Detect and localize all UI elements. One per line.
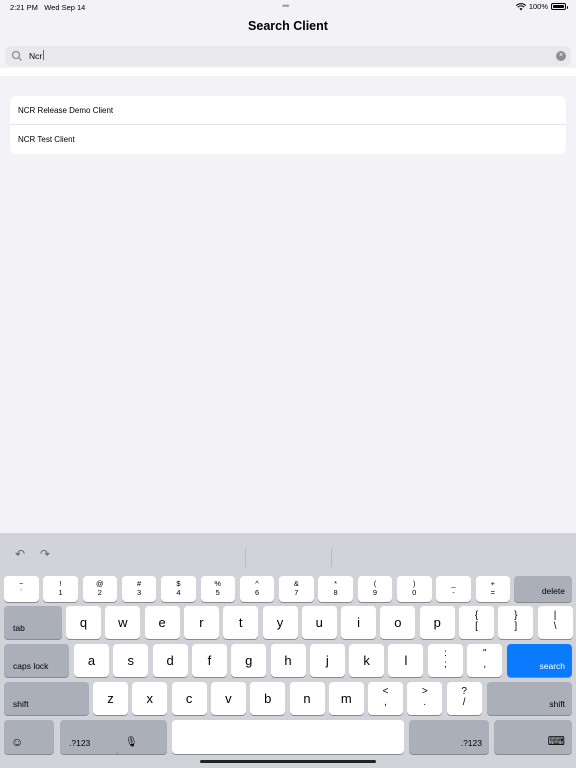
key-extra-1[interactable]: }] xyxy=(498,606,534,639)
key-z[interactable]: z xyxy=(93,682,128,715)
key-t[interactable]: t xyxy=(223,606,259,639)
key-d[interactable]: d xyxy=(152,644,188,677)
keyboard: ↶ ↷ ☺ .?123 🎙 .?123 ⌨ ~ `! 1 @2 #3 $4% 5 ^ 6 & 7 * 8… xyxy=(0,533,576,768)
key-m[interactable]: m xyxy=(328,682,364,715)
search-input[interactable]: Ncr xyxy=(29,50,44,61)
tab-key[interactable]: tab xyxy=(4,606,62,639)
numbers-toggle-key-right[interactable]: .?123 xyxy=(409,720,489,754)
toolbar-divider xyxy=(331,549,332,567)
key-y[interactable]: y xyxy=(262,606,298,639)
key-extra-0[interactable]: {[ xyxy=(459,606,494,639)
delete-key[interactable]: delete xyxy=(514,576,572,602)
key-symbol-0[interactable]: <, xyxy=(368,682,403,715)
key-p[interactable]: p xyxy=(419,606,455,639)
key--[interactable]: _ - xyxy=(436,576,471,602)
key-b[interactable]: b xyxy=(250,682,286,715)
multitasking-dots[interactable]: ••• xyxy=(282,1,290,11)
status-time: 2:21 PM Wed Sep 14 xyxy=(10,3,86,12)
key-3[interactable]: #3 xyxy=(121,576,157,602)
text-caret xyxy=(42,50,44,60)
key-l[interactable]: l xyxy=(388,644,424,677)
battery-icon xyxy=(551,3,568,10)
search-bar[interactable]: Ncr × xyxy=(5,46,571,66)
clear-search-button[interactable]: × xyxy=(556,51,566,61)
list-item[interactable]: NCR Release Demo Client xyxy=(10,96,566,125)
key-extra-2[interactable]: | \ xyxy=(537,606,573,639)
key-r[interactable]: r xyxy=(183,606,219,639)
page-title: Search Client xyxy=(248,19,328,33)
key-0[interactable]: ) 0 xyxy=(397,576,432,602)
status-right: 100% xyxy=(515,2,568,11)
key-=[interactable]: + = xyxy=(475,576,511,602)
key-x[interactable]: x xyxy=(132,682,168,715)
key-o[interactable]: o xyxy=(380,606,416,639)
shift-key-left[interactable]: shift xyxy=(4,682,89,715)
key-i[interactable]: i xyxy=(341,606,377,639)
battery-percent: 100% xyxy=(528,2,548,11)
key-v[interactable]: v xyxy=(210,682,246,715)
toolbar-divider xyxy=(245,549,246,567)
key-symbol-2[interactable]: ? / xyxy=(446,682,482,715)
key-e[interactable]: e xyxy=(144,606,180,639)
key-9[interactable]: (9 xyxy=(357,576,393,602)
key-7[interactable]: & 7 xyxy=(279,576,314,602)
caps-lock-key[interactable]: caps lock xyxy=(4,644,69,677)
wifi-icon xyxy=(515,2,526,10)
list-item[interactable]: NCR Test Client xyxy=(10,125,566,154)
results-list: NCR Release Demo Client NCR Test Client xyxy=(10,96,566,154)
key-g[interactable]: g xyxy=(231,644,267,677)
separator xyxy=(0,68,576,76)
key-8[interactable]: * 8 xyxy=(318,576,353,602)
key-punct-1[interactable]: ", xyxy=(467,644,503,677)
emoji-key[interactable]: ☺ xyxy=(4,720,54,754)
search-icon xyxy=(11,50,22,61)
hide-keyboard-key[interactable]: ⌨ xyxy=(494,720,572,754)
status-bar: 2:21 PM Wed Sep 14 ••• 100% xyxy=(0,0,576,14)
keyboard-toolbar: ↶ ↷ xyxy=(0,533,576,573)
key-2[interactable]: @2 xyxy=(82,576,118,602)
key-c[interactable]: c xyxy=(171,682,207,715)
key-n[interactable]: n xyxy=(289,682,325,715)
undo-icon[interactable]: ↶ xyxy=(13,547,27,561)
microphone-key[interactable]: 🎙 xyxy=(116,720,167,754)
space-key[interactable] xyxy=(172,720,404,754)
key-f[interactable]: f xyxy=(191,644,227,677)
shift-key-right[interactable]: shift xyxy=(487,682,572,715)
key-`[interactable]: ~ ` xyxy=(4,576,39,602)
key-6[interactable]: ^ 6 xyxy=(239,576,275,602)
key-u[interactable]: u xyxy=(301,606,337,639)
search-key[interactable]: search xyxy=(507,644,572,677)
emoji-icon: ☺ xyxy=(11,735,24,749)
redo-icon[interactable]: ↷ xyxy=(38,547,52,561)
key-w[interactable]: w xyxy=(105,606,141,639)
keyboard-hide-icon: ⌨ xyxy=(547,734,565,748)
key-q[interactable]: q xyxy=(66,606,101,639)
home-indicator xyxy=(200,760,376,763)
key-1[interactable]: ! 1 xyxy=(43,576,78,602)
microphone-icon: 🎙 xyxy=(125,737,138,748)
key-5[interactable]: % 5 xyxy=(200,576,235,602)
key-4[interactable]: $4 xyxy=(161,576,196,602)
key-s[interactable]: s xyxy=(113,644,149,677)
key-k[interactable]: k xyxy=(349,644,385,677)
key-h[interactable]: h xyxy=(270,644,306,677)
key-j[interactable]: j xyxy=(309,644,345,677)
key-symbol-1[interactable]: >. xyxy=(407,682,443,715)
key-punct-0[interactable]: :; xyxy=(428,644,463,677)
key-a[interactable]: a xyxy=(74,644,109,677)
